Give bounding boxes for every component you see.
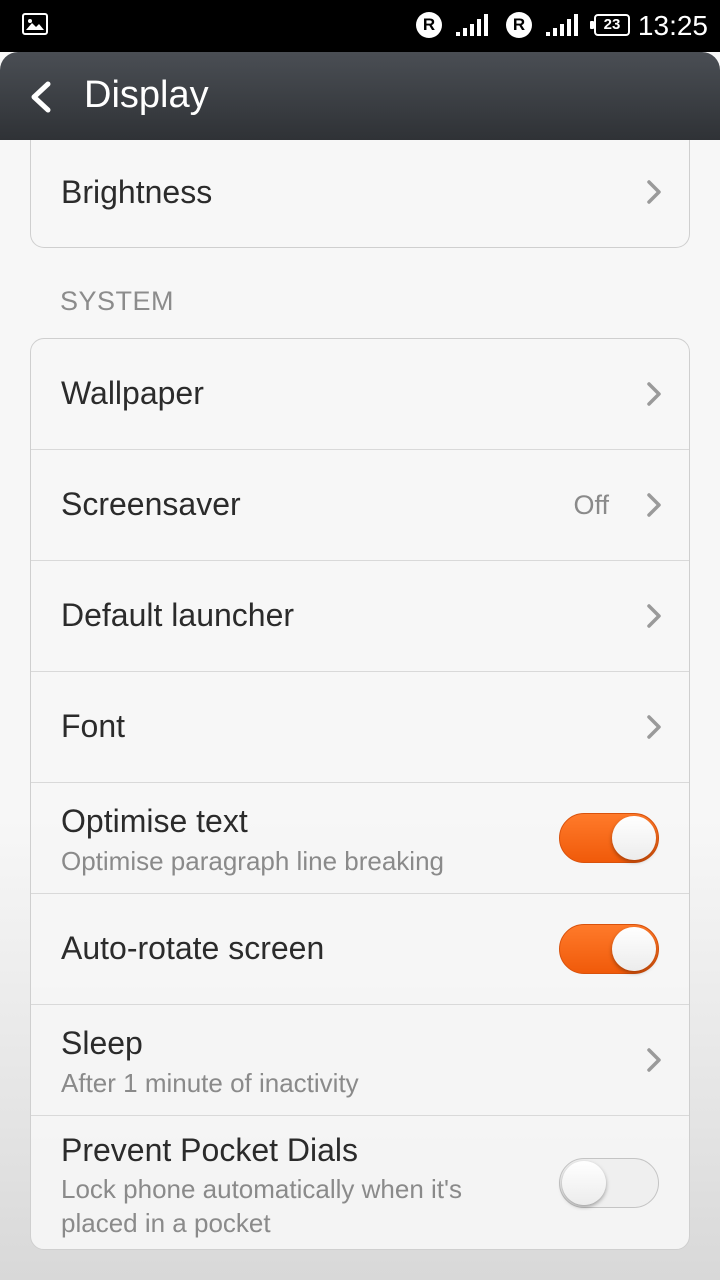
setting-label: Auto-rotate screen bbox=[61, 930, 325, 966]
auto-rotate-toggle[interactable] bbox=[559, 924, 659, 974]
setting-label: Font bbox=[61, 708, 126, 744]
back-arrow-icon[interactable] bbox=[20, 70, 70, 124]
setting-row-brightness[interactable]: Brightness bbox=[31, 140, 689, 247]
setting-row-prevent-pocket-dials[interactable]: Prevent Pocket Dials Lock phone automati… bbox=[31, 1115, 689, 1249]
chevron-right-icon bbox=[647, 180, 661, 204]
setting-subtitle: Optimise paragraph line breaking bbox=[61, 846, 444, 876]
signal-strength-icon-2 bbox=[546, 14, 578, 36]
setting-row-wallpaper[interactable]: Wallpaper bbox=[31, 339, 689, 449]
chevron-right-icon bbox=[647, 382, 661, 406]
roaming-icon-2: R bbox=[506, 12, 532, 38]
setting-row-default-launcher[interactable]: Default launcher bbox=[31, 560, 689, 671]
prevent-pocket-dials-toggle[interactable] bbox=[559, 1158, 659, 1208]
display-top-group: Brightness bbox=[30, 140, 690, 248]
setting-row-sleep[interactable]: Sleep After 1 minute of inactivity bbox=[31, 1004, 689, 1115]
section-header-system: SYSTEM bbox=[60, 286, 175, 316]
setting-row-screensaver[interactable]: Screensaver Off bbox=[31, 449, 689, 560]
setting-label: Sleep bbox=[61, 1025, 143, 1061]
signal-strength-icon bbox=[456, 14, 488, 36]
gallery-notification-icon bbox=[22, 13, 48, 35]
system-settings-group: Wallpaper Screensaver Off Default launch… bbox=[30, 338, 690, 1250]
setting-label: Prevent Pocket Dials bbox=[61, 1132, 359, 1168]
status-bar: R R 23 13:25 bbox=[0, 0, 720, 52]
setting-subtitle: After 1 minute of inactivity bbox=[61, 1068, 359, 1098]
setting-subtitle: Lock phone automatically when it's place… bbox=[61, 1174, 462, 1238]
setting-row-font[interactable]: Font bbox=[31, 671, 689, 782]
optimise-text-toggle[interactable] bbox=[559, 813, 659, 863]
battery-icon: 23 bbox=[590, 14, 630, 36]
clock: 13:25 bbox=[637, 10, 708, 41]
setting-value: Off bbox=[573, 490, 609, 520]
setting-row-auto-rotate[interactable]: Auto-rotate screen bbox=[31, 893, 689, 1004]
page-title: Display bbox=[84, 74, 209, 116]
setting-label: Optimise text bbox=[61, 803, 248, 839]
setting-label: Screensaver bbox=[61, 486, 241, 522]
toggle-knob bbox=[612, 816, 656, 860]
toggle-knob bbox=[612, 927, 656, 971]
chevron-right-icon bbox=[647, 493, 661, 517]
setting-label: Brightness bbox=[61, 174, 213, 210]
chevron-right-icon bbox=[647, 604, 661, 628]
setting-row-optimise-text[interactable]: Optimise text Optimise paragraph line br… bbox=[31, 782, 689, 893]
chevron-right-icon bbox=[647, 1048, 661, 1072]
roaming-icon: R bbox=[416, 12, 442, 38]
title-bar: Display bbox=[0, 52, 720, 140]
chevron-right-icon bbox=[647, 715, 661, 739]
toggle-knob bbox=[562, 1161, 606, 1205]
setting-label: Default launcher bbox=[61, 597, 295, 633]
setting-label: Wallpaper bbox=[61, 375, 204, 411]
